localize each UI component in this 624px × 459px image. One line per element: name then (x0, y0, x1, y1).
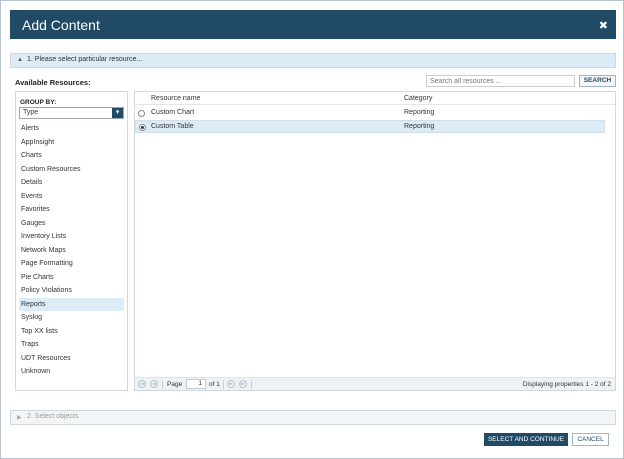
page-number-input[interactable]: 1 (186, 379, 206, 389)
category-cell: Reporting (404, 123, 435, 130)
group-by-item[interactable]: Top XX lists (19, 325, 124, 338)
add-content-dialog: Add Content ✖ ▲ 1. Please select particu… (0, 0, 624, 459)
group-by-item[interactable]: Favorites (19, 203, 124, 216)
group-by-item[interactable]: Reports (19, 297, 124, 311)
group-by-item[interactable]: Events (19, 190, 124, 203)
group-by-selected-value: Type (23, 109, 39, 116)
pager-separator (223, 380, 224, 389)
grid-header: Resource name Category (135, 92, 615, 105)
search-button[interactable]: SEARCH (579, 75, 616, 87)
page-of-label: of 1 (209, 381, 220, 388)
category-cell: Reporting (404, 109, 435, 116)
group-by-item[interactable]: Syslog (19, 311, 124, 324)
page-label: Page (167, 381, 183, 388)
group-by-item[interactable]: AppInsight (19, 136, 124, 149)
group-by-select[interactable]: Type ▾ (19, 107, 124, 119)
column-header-resource-name[interactable]: Resource name (151, 95, 200, 102)
close-icon[interactable]: ✖ (599, 19, 608, 32)
first-page-icon[interactable]: |◀ (138, 380, 146, 388)
available-resources-label: Available Resources: (15, 78, 91, 87)
group-by-label: GROUP BY: (20, 99, 57, 106)
row-radio[interactable] (138, 110, 145, 117)
group-by-item[interactable]: Details (19, 176, 124, 189)
table-row[interactable]: Custom Table Reporting (135, 120, 605, 133)
group-by-item[interactable]: Policy Violations (19, 284, 124, 297)
dialog-titlebar: Add Content ✖ (10, 10, 616, 39)
group-by-item[interactable]: Charts (19, 149, 124, 162)
group-by-item[interactable]: UDT Resources (19, 352, 124, 365)
expand-arrow-icon: ▶ (17, 415, 22, 421)
resource-name-cell: Custom Table (151, 123, 194, 130)
dialog-title: Add Content (22, 17, 100, 33)
pager-info: Displaying properties 1 - 2 of 2 (522, 381, 611, 388)
group-by-item[interactable]: Traps (19, 338, 124, 351)
next-page-icon[interactable]: ▶ (227, 380, 235, 388)
resource-name-cell: Custom Chart (151, 109, 195, 116)
pager-separator (162, 380, 163, 389)
cancel-button[interactable]: CANCEL (572, 433, 609, 446)
step-1-label: 1. Please select particular resource... (27, 56, 143, 63)
group-by-item[interactable]: Alerts (19, 122, 124, 135)
collapse-arrow-icon: ▲ (17, 57, 23, 63)
group-by-item[interactable]: Pie Charts (19, 271, 124, 284)
step-1-header[interactable]: ▲ 1. Please select particular resource..… (10, 53, 616, 68)
column-header-category[interactable]: Category (404, 95, 432, 102)
group-by-item[interactable]: Page Formatting (19, 257, 124, 270)
chevron-down-icon: ▾ (112, 108, 123, 118)
group-by-item[interactable]: Unknown (19, 365, 124, 378)
search-input[interactable] (426, 75, 575, 87)
resources-grid: Resource name Category Custom Chart Repo… (134, 91, 616, 391)
last-page-icon[interactable]: ▶| (239, 380, 247, 388)
step-2-header[interactable]: ▶ 2. Select objects (10, 410, 616, 425)
pager-separator (251, 380, 252, 389)
table-row[interactable]: Custom Chart Reporting (135, 107, 605, 120)
group-by-item[interactable]: Network Maps (19, 244, 124, 257)
group-by-item[interactable]: Gauges (19, 217, 124, 230)
select-and-continue-button[interactable]: SELECT AND CONTINUE (484, 433, 568, 446)
prev-page-icon[interactable]: ◀ (150, 380, 158, 388)
row-radio[interactable] (139, 124, 146, 131)
group-by-item[interactable]: Custom Resources (19, 163, 124, 176)
step-2-label: 2. Select objects (27, 413, 79, 420)
group-by-item[interactable]: Inventory Lists (19, 230, 124, 243)
group-by-panel: GROUP BY: Type ▾ Alerts AppInsight Charts C… (15, 91, 128, 391)
grid-pager: |◀ ◀ Page 1 of 1 ▶ ▶| Displaying propert… (135, 377, 615, 390)
